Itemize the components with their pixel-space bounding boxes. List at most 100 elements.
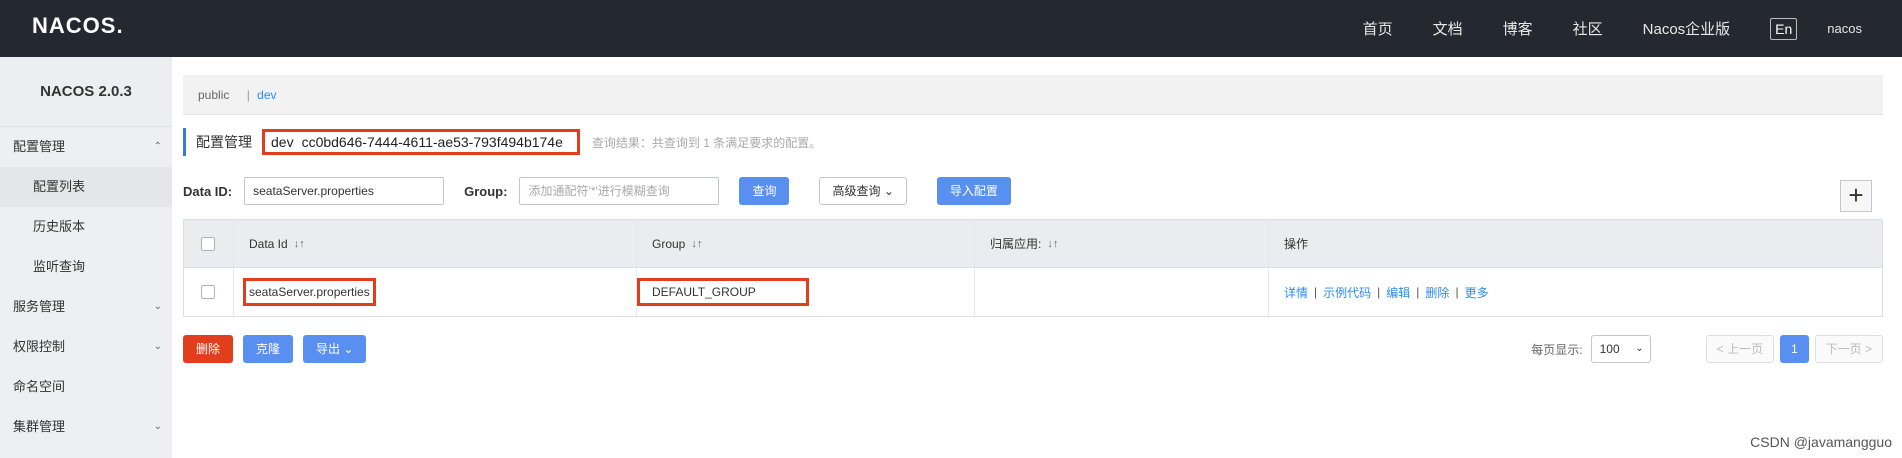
op-divider: | (1377, 285, 1381, 299)
language-toggle-button[interactable]: En (1770, 17, 1798, 40)
header-app-label: 归属应用: (990, 237, 1042, 251)
header-accent-bar (183, 128, 186, 156)
version-label: NACOS 2.0.3 (0, 57, 172, 127)
bulk-actions: 删除 克隆 导出 ⌄ (183, 335, 367, 363)
group-label: Group: (464, 183, 508, 199)
sidebar-item-label: 监听查询 (33, 259, 86, 274)
search-row: Data ID: seataServer.properties Group: 添… (183, 176, 1011, 206)
config-table: Data Id ↓↑ Group ↓↑ 归属应用: ↓↑ 操作 seataSer… (183, 219, 1883, 317)
header-checkbox-cell (184, 220, 234, 267)
row-app-cell (975, 268, 1269, 316)
header-group-label: Group (652, 236, 686, 251)
sidebar-item-label: 历史版本 (33, 219, 86, 234)
page-size-value: 100 (1599, 342, 1620, 356)
add-config-button[interactable]: + (1840, 180, 1872, 212)
chevron-down-icon: ⌄ (883, 184, 894, 198)
namespace-dev[interactable]: dev (257, 88, 276, 102)
nacos-logo[interactable]: NACOS. (32, 13, 124, 39)
pagination: 每页显示: 100 ⌄ < 上一页 1 下一页 > (1531, 335, 1883, 363)
chevron-up-icon: ⌃ (153, 141, 162, 152)
sidebar: NACOS 2.0.3 配置管理 ⌃ 配置列表 历史版本 监听查询 服务管理 ⌄… (0, 57, 172, 458)
sidebar-item-service-management[interactable]: 服务管理 ⌄ (0, 287, 172, 327)
detail-link[interactable]: 详情 (1284, 284, 1308, 301)
namespace-public[interactable]: public (198, 88, 229, 102)
select-all-checkbox[interactable] (201, 236, 215, 251)
user-name[interactable]: nacos (1827, 21, 1862, 36)
op-divider: | (1314, 285, 1318, 299)
namespace-bar: public | dev (183, 75, 1883, 115)
watermark: CSDN @javamangguo (1750, 434, 1892, 450)
export-button[interactable]: 导出 ⌄ (303, 335, 367, 363)
nav-home[interactable]: 首页 (1363, 18, 1393, 39)
page-size-label: 每页显示: (1531, 342, 1583, 357)
advanced-query-button[interactable]: 高级查询 ⌄ (819, 177, 907, 205)
clone-button[interactable]: 克隆 (243, 335, 294, 363)
delete-link[interactable]: 删除 (1425, 284, 1449, 301)
page-number-button[interactable]: 1 (1779, 335, 1809, 363)
edit-link[interactable]: 编辑 (1386, 284, 1410, 301)
sidebar-item-config-list[interactable]: 配置列表 (0, 167, 172, 207)
main-content: public | dev 配置管理 dev cc0bd646-7444-4611-… (183, 57, 1883, 458)
chevron-down-icon: ⌄ (153, 341, 162, 352)
table-row: seataServer.properties DEFAULT_GROUP 详情 … (184, 268, 1882, 316)
dataid-input[interactable]: seataServer.properties (244, 177, 445, 205)
sidebar-item-history[interactable]: 历史版本 (0, 207, 172, 247)
import-config-button[interactable]: 导入配置 (936, 177, 1011, 205)
header-dataid[interactable]: Data Id ↓↑ (234, 220, 637, 267)
group-input[interactable]: 添加通配符'*'进行模糊查询 (519, 177, 720, 205)
page-title: 配置管理 (196, 134, 252, 150)
header-operations-label: 操作 (1284, 237, 1309, 251)
header-operations: 操作 (1269, 220, 1882, 267)
prev-page-label: 上一页 (1726, 342, 1763, 356)
namespace-divider: | (246, 88, 250, 102)
sidebar-item-label: 服务管理 (13, 299, 66, 314)
sidebar-item-namespace[interactable]: 命名空间 (0, 367, 172, 407)
sort-icon[interactable]: ↓↑ (691, 238, 702, 250)
delete-button[interactable]: 删除 (183, 335, 234, 363)
sidebar-item-permission[interactable]: 权限控制 ⌄ (0, 327, 172, 367)
header-dataid-label: Data Id (249, 236, 288, 251)
nav-docs[interactable]: 文档 (1433, 18, 1463, 39)
dataid-label: Data ID: (183, 183, 233, 199)
chevron-down-icon: ⌄ (153, 421, 162, 432)
sidebar-item-label: 配置管理 (13, 139, 66, 154)
row-checkbox[interactable] (201, 285, 215, 299)
query-button[interactable]: 查询 (739, 177, 790, 205)
sidebar-item-config-management[interactable]: 配置管理 ⌃ (0, 127, 172, 167)
page-header: 配置管理 dev cc0bd646-7444-4611-ae53-793f494b… (183, 127, 821, 157)
header-app[interactable]: 归属应用: ↓↑ (975, 220, 1269, 267)
next-page-button[interactable]: 下一页 > (1814, 335, 1883, 363)
namespace-name: dev (271, 134, 294, 150)
nav-community[interactable]: 社区 (1573, 18, 1603, 39)
sidebar-item-cluster[interactable]: 集群管理 ⌄ (0, 407, 172, 447)
table-header-row: Data Id ↓↑ Group ↓↑ 归属应用: ↓↑ 操作 (184, 220, 1882, 268)
op-divider: | (1455, 285, 1459, 299)
page-size-select[interactable]: 100 ⌄ (1590, 335, 1651, 363)
advanced-query-label: 高级查询 (832, 184, 881, 198)
prev-page-button[interactable]: < 上一页 (1705, 335, 1774, 363)
chevron-down-icon: ⌄ (343, 342, 354, 356)
sample-code-link[interactable]: 示例代码 (1323, 284, 1371, 301)
op-divider: | (1416, 285, 1420, 299)
namespace-id: cc0bd646-7444-4611-ae53-793f494b174e (301, 134, 563, 150)
sort-icon[interactable]: ↓↑ (1047, 238, 1058, 250)
top-nav: 首页 文档 博客 社区 Nacos企业版 En nacos (1323, 0, 1862, 57)
row-group-cell: DEFAULT_GROUP (637, 268, 975, 316)
sidebar-item-listener-query[interactable]: 监听查询 (0, 247, 172, 287)
chevron-down-icon: ⌄ (153, 301, 162, 312)
header-group[interactable]: Group ↓↑ (637, 220, 975, 267)
group-value: DEFAULT_GROUP (637, 278, 809, 306)
query-result-text: 查询结果：共查询到 1 条满足要求的配置。 (591, 135, 822, 150)
nav-blog[interactable]: 博客 (1503, 18, 1533, 39)
row-operations-cell: 详情 | 示例代码 | 编辑 | 删除 | 更多 (1269, 268, 1882, 316)
more-link[interactable]: 更多 (1465, 284, 1489, 301)
row-dataid-cell: seataServer.properties (234, 268, 637, 316)
nav-enterprise[interactable]: Nacos企业版 (1643, 18, 1731, 39)
sort-icon[interactable]: ↓↑ (294, 238, 305, 250)
sidebar-item-label: 权限控制 (13, 339, 66, 354)
dataid-value: seataServer.properties (243, 278, 376, 306)
top-nav-bar: NACOS. 首页 文档 博客 社区 Nacos企业版 En nacos (0, 0, 1902, 57)
row-checkbox-cell (184, 268, 234, 316)
namespace-highlight: dev cc0bd646-7444-4611-ae53-793f494b174e (262, 129, 580, 155)
sidebar-item-label: 命名空间 (13, 379, 66, 394)
